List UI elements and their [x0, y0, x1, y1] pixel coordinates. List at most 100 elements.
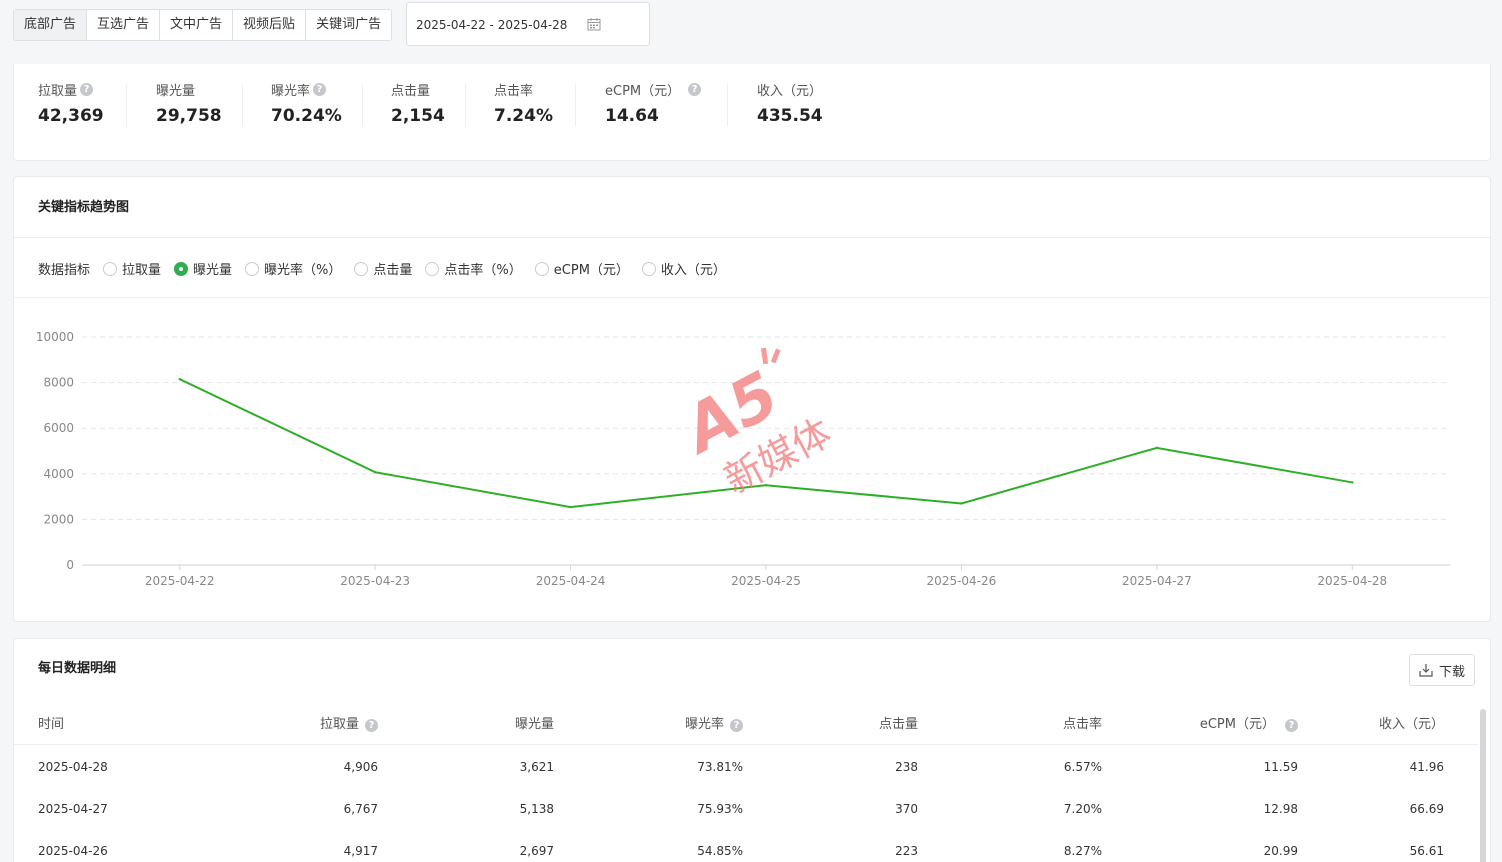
cell-clicks: 238 [895, 760, 918, 774]
table-header: 时间 拉取量? 曝光量 曝光率? 点击量 点击率 eCPM（元）? 收入（元） [14, 705, 1478, 745]
tab-bottom-ad[interactable]: 底部广告 [14, 10, 88, 40]
tab-video-post-ad[interactable]: 视频后贴 [233, 10, 307, 40]
table-row: 2025-04-28 4,906 3,621 73.81% 238 6.57% 11.59 4… [14, 746, 1478, 788]
stat-value: 70.24% [271, 106, 342, 126]
metric-option-clicks[interactable]: 点击量 [354, 259, 412, 278]
help-icon[interactable]: ? [730, 718, 743, 732]
stat-label: 收入（元） [757, 83, 823, 99]
divider [14, 297, 1490, 298]
radio-icon[interactable] [245, 261, 260, 276]
radio-icon[interactable] [534, 261, 549, 276]
radio-icon[interactable] [103, 261, 118, 276]
stat-divider [242, 84, 243, 126]
help-icon[interactable]: ? [313, 82, 327, 96]
x-tick-label: 2025-04-22 [145, 574, 215, 588]
help-icon[interactable]: ? [688, 82, 702, 96]
stat-value: 435.54 [757, 106, 823, 126]
calendar-icon [587, 18, 601, 31]
x-tick-label: 2025-04-24 [536, 574, 606, 588]
stat-divider [727, 84, 728, 126]
cell-date: 2025-04-26 [38, 844, 108, 858]
stat-value: 29,758 [156, 106, 222, 126]
column-header-click-rate: 点击率 [1062, 717, 1102, 732]
x-tick-label: 2025-04-27 [1122, 574, 1192, 588]
metric-selector: 数据指标 拉取量 曝光量 曝光率（%） 点击量 点击率（%） eCPM（元） 收… [38, 259, 739, 278]
metric-option-revenue[interactable]: 收入（元） [641, 259, 726, 278]
stat-value: 2,154 [391, 106, 445, 126]
daily-detail-card: 每日数据明细 下载 时间 拉取量? 曝光量 曝光率? 点击量 点击率 eCPM（… [13, 638, 1491, 862]
data-point [1351, 481, 1354, 484]
cell-revenue: 56.61 [1409, 844, 1444, 858]
help-icon[interactable]: ? [1285, 718, 1298, 732]
cell-pull: 6,767 [343, 802, 378, 816]
metric-option-impression-rate[interactable]: 曝光率（%） [245, 259, 341, 278]
radio-checked-icon[interactable] [174, 261, 189, 276]
stat-click-rate: 点击率 7.24% [494, 80, 553, 127]
stat-label: 点击率 [494, 83, 534, 99]
data-point [960, 502, 963, 505]
data-point [1155, 446, 1159, 450]
date-range-picker[interactable]: 2025-04-22 - 2025-04-28 [406, 2, 650, 46]
help-icon[interactable]: ? [365, 718, 378, 732]
metric-option-ecpm[interactable]: eCPM（元） [534, 259, 629, 278]
stat-label: 拉取量 [38, 83, 78, 99]
radio-icon[interactable] [354, 261, 369, 276]
download-icon [1419, 664, 1433, 677]
metric-option-label: 点击率（%） [444, 263, 522, 278]
y-tick-label: 0 [66, 558, 74, 572]
cell-click-rate: 8.27% [1063, 844, 1102, 858]
tab-mutual-select-ad[interactable]: 互选广告 [87, 10, 161, 40]
tab-in-article-ad[interactable]: 文中广告 [160, 10, 234, 40]
cell-impression-rate: 75.93% [697, 802, 743, 816]
column-header-impression-rate: 曝光率? [685, 705, 743, 745]
y-tick-label: 2000 [43, 512, 74, 526]
stat-label: eCPM（元） [605, 83, 681, 99]
column-header-clicks: 点击量 [878, 717, 918, 732]
data-point [569, 505, 572, 509]
tab-keyword-ad[interactable]: 关键词广告 [306, 10, 391, 40]
cell-revenue: 41.96 [1409, 760, 1444, 774]
stat-clicks: 点击量 2,154 [391, 80, 445, 127]
help-icon[interactable]: ? [80, 82, 94, 96]
cell-impressions: 3,621 [519, 760, 554, 774]
table-scrollbar[interactable] [1480, 709, 1486, 862]
stat-impression-rate: 曝光率? 70.24% [271, 80, 342, 126]
metric-selector-label: 数据指标 [38, 263, 91, 278]
column-header-ecpm: eCPM（元）? [1200, 705, 1298, 745]
cell-ecpm: 11.59 [1263, 760, 1298, 774]
metric-option-click-rate[interactable]: 点击率（%） [425, 259, 522, 278]
cell-revenue: 66.69 [1409, 802, 1444, 816]
stat-divider [465, 84, 466, 126]
cell-click-rate: 6.57% [1063, 760, 1102, 774]
cell-ecpm: 12.98 [1263, 802, 1298, 816]
divider [14, 237, 1490, 238]
x-tick-label: 2025-04-26 [927, 574, 997, 588]
stat-ecpm: eCPM（元）? 14.64 [605, 80, 702, 126]
date-range-value: 2025-04-22 - 2025-04-28 [416, 18, 568, 32]
stat-value: 7.24% [494, 106, 553, 126]
stat-label: 曝光率 [271, 83, 311, 99]
stat-value: 42,369 [38, 106, 104, 126]
cell-clicks: 370 [895, 802, 918, 816]
summary-stats-card: 拉取量? 42,369 曝光量 29,758 曝光率? 70.24% 点击量 2… [13, 64, 1491, 161]
cell-impression-rate: 73.81% [697, 760, 743, 774]
daily-detail-title: 每日数据明细 [38, 661, 117, 676]
metric-option-pull[interactable]: 拉取量 [103, 259, 161, 278]
cell-impression-rate: 54.85% [697, 844, 743, 858]
metric-option-label: 曝光率（%） [264, 263, 342, 278]
download-button[interactable]: 下载 [1409, 654, 1475, 686]
radio-icon[interactable] [641, 261, 656, 276]
y-tick-label: 6000 [43, 421, 74, 435]
metric-option-impressions[interactable]: 曝光量 [174, 259, 232, 278]
stat-divider [575, 84, 576, 126]
metric-option-label: 收入（元） [660, 263, 726, 278]
stat-pull-count: 拉取量? 42,369 [38, 80, 104, 126]
y-tick-label: 4000 [43, 467, 74, 481]
stat-label: 点击量 [391, 83, 431, 99]
y-tick-label: 8000 [43, 376, 74, 390]
x-tick-label: 2025-04-25 [731, 574, 801, 588]
radio-icon[interactable] [425, 261, 440, 276]
stat-revenue: 收入（元） 435.54 [757, 80, 823, 127]
metric-option-label: 拉取量 [122, 263, 162, 278]
column-header-date: 时间 [38, 717, 65, 732]
